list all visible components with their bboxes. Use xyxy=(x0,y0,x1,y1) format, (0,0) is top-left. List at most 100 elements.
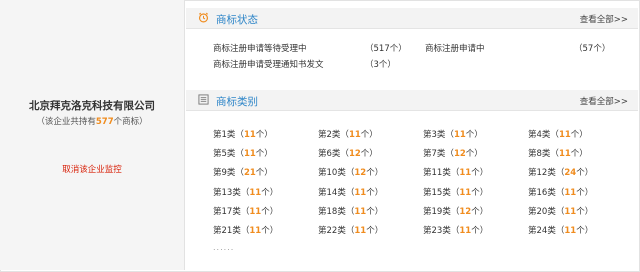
category-count: 11 xyxy=(459,187,472,198)
category-item[interactable]: 第14类（11个） xyxy=(318,186,383,198)
cancel-monitor-link[interactable]: 取消该企业监控 xyxy=(0,163,184,175)
category-count-unit: 个） xyxy=(570,130,588,140)
category-name: 第3类 xyxy=(423,130,446,140)
category-item[interactable]: 第6类（12个） xyxy=(318,147,378,159)
category-name: 第17类 xyxy=(213,206,241,217)
category-name: 第6类 xyxy=(318,149,341,160)
category-count: 11 xyxy=(453,130,466,140)
category-count-unit: 个） xyxy=(366,187,384,198)
category-item[interactable]: 第24类（11个） xyxy=(528,224,593,236)
category-name: 第9类 xyxy=(213,168,236,179)
category-count-unit: 个） xyxy=(366,226,384,236)
category-view-all-link[interactable]: 查看全部>> xyxy=(580,95,628,107)
category-count-open: （ xyxy=(550,149,559,160)
category-name: 第1类 xyxy=(213,130,236,140)
category-count: 11 xyxy=(249,187,262,198)
status-item-value: （57个） xyxy=(574,44,611,54)
category-count: 11 xyxy=(249,226,262,236)
category-count-unit: 个） xyxy=(360,130,378,140)
trademark-count: （该企业共持有577个商标） xyxy=(0,115,184,127)
category-count-unit: 个） xyxy=(255,130,273,140)
category-count-unit: 个） xyxy=(471,187,489,198)
status-item-label[interactable]: 商标注册申请受理通知书发文 xyxy=(213,58,324,70)
category-count: 11 xyxy=(558,149,571,160)
category-item[interactable]: 第11类（11个） xyxy=(423,166,488,178)
count-value: 577 xyxy=(95,117,114,127)
category-item[interactable]: 第18类（11个） xyxy=(318,205,383,217)
category-item[interactable]: 第15类（11个） xyxy=(423,186,488,198)
category-item[interactable]: 第7类（12个） xyxy=(423,147,483,159)
category-count-open: （ xyxy=(445,149,454,160)
category-name: 第12类 xyxy=(528,168,556,179)
category-count-unit: 个） xyxy=(570,149,588,160)
category-count-unit: 个） xyxy=(366,206,384,217)
more-categories-ellipsis: ...... xyxy=(213,243,235,252)
category-item[interactable]: 第10类（12个） xyxy=(318,166,383,178)
category-count-unit: 个） xyxy=(471,168,489,179)
category-item[interactable]: 第22类（11个） xyxy=(318,224,383,236)
category-section-header: 商标类别 查看全部>> xyxy=(186,90,638,111)
category-count-unit: 个） xyxy=(261,226,279,236)
category-count: 11 xyxy=(354,226,367,236)
status-item-label[interactable]: 商标注册申请等待受理中 xyxy=(213,42,307,54)
alarm-clock-icon xyxy=(198,12,209,23)
category-count: 11 xyxy=(558,130,571,140)
category-item[interactable]: 第16类（11个） xyxy=(528,186,593,198)
category-name: 第24类 xyxy=(528,226,556,236)
category-count-unit: 个） xyxy=(261,206,279,217)
category-item[interactable]: 第9类（21个） xyxy=(213,166,273,178)
category-count-unit: 个） xyxy=(471,226,489,236)
category-name: 第14类 xyxy=(318,187,346,198)
category-count: 12 xyxy=(459,206,472,217)
category-item[interactable]: 第5类（11个） xyxy=(213,147,273,159)
category-name: 第23类 xyxy=(423,226,451,236)
category-section-title: 商标类别 xyxy=(216,96,258,108)
category-item[interactable]: 第21类（11个） xyxy=(213,224,278,236)
category-count: 21 xyxy=(243,168,256,179)
status-section-title: 商标状态 xyxy=(216,14,258,26)
category-count: 11 xyxy=(459,226,472,236)
category-item[interactable]: 第1类（11个） xyxy=(213,128,273,140)
category-count-unit: 个） xyxy=(255,149,273,160)
category-item[interactable]: 第2类（11个） xyxy=(318,128,378,140)
category-item[interactable]: 第3类（11个） xyxy=(423,128,483,140)
category-count: 24 xyxy=(564,168,577,179)
category-item[interactable]: 第19类（12个） xyxy=(423,205,488,217)
category-count: 11 xyxy=(564,226,577,236)
category-name: 第2类 xyxy=(318,130,341,140)
category-name: 第10类 xyxy=(318,168,346,179)
category-item[interactable]: 第8类（11个） xyxy=(528,147,588,159)
category-count: 11 xyxy=(354,206,367,217)
status-item-value: （517个） xyxy=(365,44,407,54)
category-item[interactable]: 第13类（11个） xyxy=(213,186,278,198)
category-item[interactable]: 第12类（24个） xyxy=(528,166,593,178)
category-count-unit: 个） xyxy=(465,130,483,140)
list-icon xyxy=(198,94,209,105)
category-count: 11 xyxy=(564,206,577,217)
category-count-unit: 个） xyxy=(465,149,483,160)
category-item[interactable]: 第4类（11个） xyxy=(528,128,588,140)
category-name: 第5类 xyxy=(213,149,236,160)
category-name: 第18类 xyxy=(318,206,346,217)
category-count-open: （ xyxy=(445,130,454,140)
category-name: 第21类 xyxy=(213,226,241,236)
category-count-unit: 个） xyxy=(576,206,594,217)
company-name: 北京拜克洛克科技有限公司 xyxy=(29,100,155,112)
category-count: 11 xyxy=(249,206,262,217)
status-section-header: 商标状态 查看全部>> xyxy=(186,8,638,29)
status-view-all-link[interactable]: 查看全部>> xyxy=(580,13,628,25)
status-item-label[interactable]: 商标注册申请中 xyxy=(425,42,485,54)
category-name: 第7类 xyxy=(423,149,446,160)
category-count: 11 xyxy=(459,168,472,179)
category-name: 第13类 xyxy=(213,187,241,198)
category-item[interactable]: 第23类（11个） xyxy=(423,224,488,236)
category-count-unit: 个） xyxy=(261,187,279,198)
category-count-unit: 个） xyxy=(366,168,384,179)
category-count: 11 xyxy=(564,187,577,198)
category-name: 第8类 xyxy=(528,149,551,160)
category-item[interactable]: 第17类（11个） xyxy=(213,205,278,217)
category-count-unit: 个） xyxy=(576,226,594,236)
category-name: 第4类 xyxy=(528,130,551,140)
category-item[interactable]: 第20类（11个） xyxy=(528,205,593,217)
category-count-open: （ xyxy=(235,130,244,140)
